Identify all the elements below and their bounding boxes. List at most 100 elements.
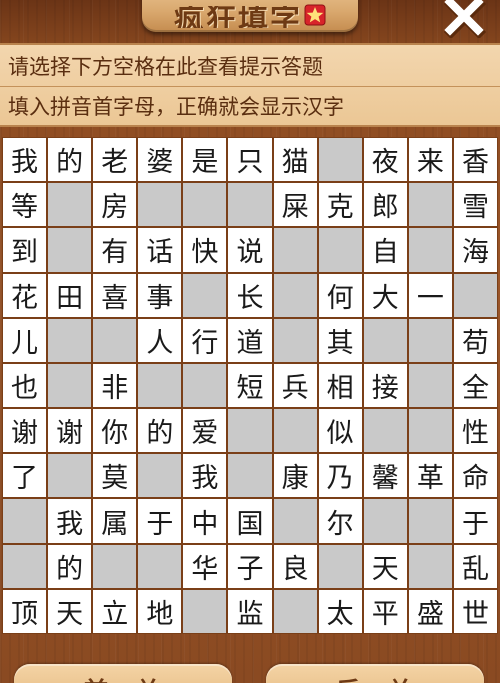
- grid-letter-cell[interactable]: 短: [228, 363, 272, 408]
- grid-letter-cell[interactable]: 太: [318, 589, 362, 633]
- grid-letter-cell[interactable]: 尔: [318, 499, 362, 543]
- grid-block-cell: [318, 544, 362, 588]
- grid-block-cell: [273, 273, 317, 317]
- grid-letter-cell[interactable]: 话: [138, 228, 182, 272]
- grid-letter-cell[interactable]: 克: [318, 183, 362, 227]
- grid-letter-cell[interactable]: 猫: [273, 138, 317, 182]
- grid-letter-cell[interactable]: 喜: [93, 273, 137, 317]
- grid-letter-cell[interactable]: 房: [93, 183, 137, 227]
- grid-letter-cell[interactable]: 等: [3, 183, 47, 227]
- grid-block-cell: [228, 409, 272, 453]
- grid-letter-cell[interactable]: 郎: [363, 183, 407, 227]
- grid-letter-cell[interactable]: 来: [408, 138, 452, 182]
- grid-block-cell: [318, 228, 362, 272]
- grid-letter-cell[interactable]: 事: [138, 273, 182, 317]
- grid-letter-cell[interactable]: 是: [183, 138, 227, 182]
- grid-letter-cell[interactable]: 人: [138, 318, 182, 362]
- grid-letter-cell[interactable]: 兵: [273, 363, 317, 408]
- grid-letter-cell[interactable]: 华: [183, 544, 227, 588]
- grid-letter-cell[interactable]: 世: [453, 589, 497, 633]
- grid-letter-cell[interactable]: 平: [363, 589, 407, 633]
- grid-block-cell: [273, 318, 317, 362]
- grid-letter-cell[interactable]: 道: [228, 318, 272, 362]
- grid-letter-cell[interactable]: 天: [48, 589, 92, 633]
- grid-letter-cell[interactable]: 其: [318, 318, 362, 362]
- grid-letter-cell[interactable]: 非: [93, 363, 137, 408]
- grid-letter-cell[interactable]: 属: [93, 499, 137, 543]
- grid-letter-cell[interactable]: 全: [453, 363, 497, 408]
- grid-letter-cell[interactable]: 接: [363, 363, 407, 408]
- grid-letter-cell[interactable]: 自: [363, 228, 407, 272]
- grid-letter-cell[interactable]: 中: [183, 499, 227, 543]
- grid-letter-cell[interactable]: 屎: [273, 183, 317, 227]
- grid-letter-cell[interactable]: 你: [93, 409, 137, 453]
- grid-letter-cell[interactable]: 田: [48, 273, 92, 317]
- grid-letter-cell[interactable]: 何: [318, 273, 362, 317]
- grid-letter-cell[interactable]: 大: [363, 273, 407, 317]
- grid-letter-cell[interactable]: 的: [48, 544, 92, 588]
- grid-letter-cell[interactable]: 香: [453, 138, 497, 182]
- grid-letter-cell[interactable]: 有: [93, 228, 137, 272]
- grid-letter-cell[interactable]: 乃: [318, 454, 362, 498]
- grid-block-cell: [453, 273, 497, 317]
- grid-letter-cell[interactable]: 了: [3, 454, 47, 498]
- grid-letter-cell[interactable]: 立: [93, 589, 137, 633]
- next-level-button[interactable]: 后一关: [266, 664, 484, 683]
- grid-letter-cell[interactable]: 监: [228, 589, 272, 633]
- grid-letter-cell[interactable]: 馨: [363, 454, 407, 498]
- grid-letter-cell[interactable]: 谢: [48, 409, 92, 453]
- grid-letter-cell[interactable]: 我: [3, 138, 47, 182]
- grid-letter-cell[interactable]: 老: [93, 138, 137, 182]
- grid-letter-cell[interactable]: 天: [363, 544, 407, 588]
- close-icon[interactable]: [442, 0, 486, 38]
- grid-letter-cell[interactable]: 于: [138, 499, 182, 543]
- grid-letter-cell[interactable]: 革: [408, 454, 452, 498]
- grid-block-cell: [183, 589, 227, 633]
- grid-letter-cell[interactable]: 性: [453, 409, 497, 453]
- grid-letter-cell[interactable]: 花: [3, 273, 47, 317]
- grid-letter-cell[interactable]: 海: [453, 228, 497, 272]
- grid-block-cell: [228, 183, 272, 227]
- grid-letter-cell[interactable]: 夜: [363, 138, 407, 182]
- grid-block-cell: [408, 228, 452, 272]
- grid-block-cell: [273, 589, 317, 633]
- grid-block-cell: [408, 318, 452, 362]
- grid-letter-cell[interactable]: 似: [318, 409, 362, 453]
- grid-letter-cell[interactable]: 只: [228, 138, 272, 182]
- grid-block-cell: [363, 409, 407, 453]
- grid-letter-cell[interactable]: 说: [228, 228, 272, 272]
- grid-letter-cell[interactable]: 我: [48, 499, 92, 543]
- grid-letter-cell[interactable]: 儿: [3, 318, 47, 362]
- grid-letter-cell[interactable]: 快: [183, 228, 227, 272]
- grid-block-cell: [273, 409, 317, 453]
- grid-letter-cell[interactable]: 行: [183, 318, 227, 362]
- grid-letter-cell[interactable]: 国: [228, 499, 272, 543]
- grid-letter-cell[interactable]: 也: [3, 363, 47, 408]
- grid-letter-cell[interactable]: 到: [3, 228, 47, 272]
- grid-letter-cell[interactable]: 相: [318, 363, 362, 408]
- grid-letter-cell[interactable]: 的: [48, 138, 92, 182]
- grid-letter-cell[interactable]: 婆: [138, 138, 182, 182]
- grid-letter-cell[interactable]: 乱: [453, 544, 497, 588]
- grid-letter-cell[interactable]: 的: [138, 409, 182, 453]
- grid-letter-cell[interactable]: 爱: [183, 409, 227, 453]
- grid-block-cell: [318, 138, 362, 182]
- hint-divider: [0, 86, 500, 87]
- grid-letter-cell[interactable]: 于: [453, 499, 497, 543]
- prev-level-button[interactable]: 前一关: [14, 664, 232, 683]
- grid-letter-cell[interactable]: 莫: [93, 454, 137, 498]
- grid-letter-cell[interactable]: 一: [408, 273, 452, 317]
- grid-block-cell: [3, 544, 47, 588]
- grid-letter-cell[interactable]: 康: [273, 454, 317, 498]
- grid-letter-cell[interactable]: 谢: [3, 409, 47, 453]
- grid-letter-cell[interactable]: 顶: [3, 589, 47, 633]
- grid-letter-cell[interactable]: 长: [228, 273, 272, 317]
- grid-letter-cell[interactable]: 我: [183, 454, 227, 498]
- grid-letter-cell[interactable]: 子: [228, 544, 272, 588]
- grid-letter-cell[interactable]: 命: [453, 454, 497, 498]
- grid-letter-cell[interactable]: 雪: [453, 183, 497, 227]
- grid-letter-cell[interactable]: 盛: [408, 589, 452, 633]
- grid-letter-cell[interactable]: 良: [273, 544, 317, 588]
- grid-letter-cell[interactable]: 苟: [453, 318, 497, 362]
- grid-letter-cell[interactable]: 地: [138, 589, 182, 633]
